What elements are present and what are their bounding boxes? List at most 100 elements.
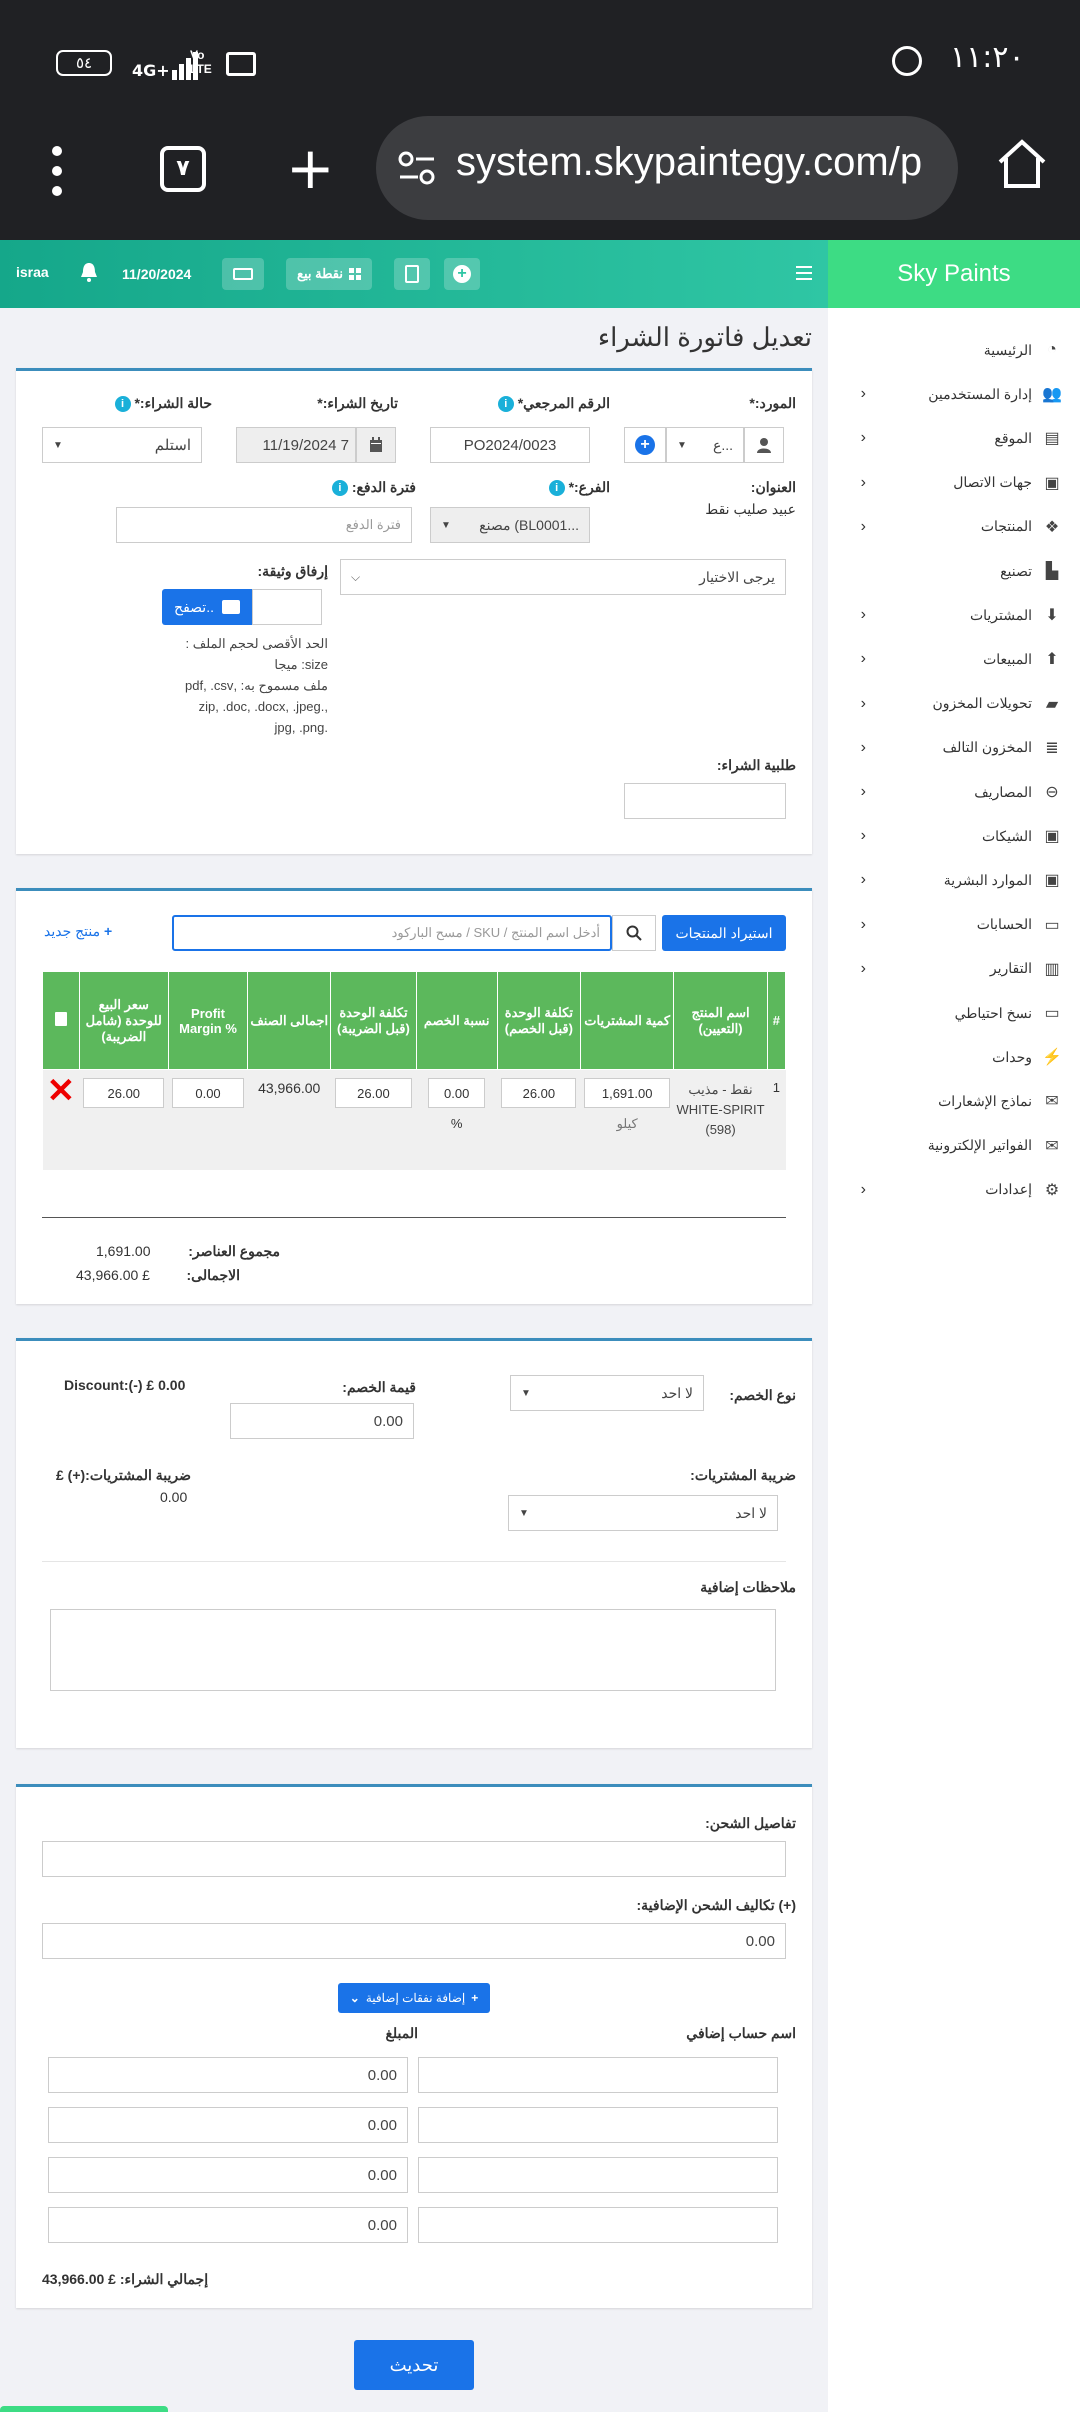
expense-name-input[interactable]: [418, 2057, 778, 2093]
new-product-link[interactable]: + منتج جديد: [44, 923, 112, 940]
sidebar-item-label: المنتجات: [980, 518, 1032, 535]
sidebar-item[interactable]: ≣ المخزون التالف ‹: [828, 726, 1080, 770]
address-value: عبيد صليب نقط: [705, 501, 796, 517]
sidebar-item[interactable]: ▭ نسخ احتياطي: [828, 991, 1080, 1035]
quantity-input[interactable]: 1,691.00: [584, 1078, 670, 1108]
sidebar-item[interactable]: ▰ تحويلات المخزون ‹: [828, 682, 1080, 726]
calendar-icon[interactable]: [356, 427, 396, 463]
tabs-button[interactable]: ٧: [160, 146, 206, 192]
ref-no-input[interactable]: PO2024/0023: [430, 427, 590, 463]
col-product-name: اسم المنتج (التعيين): [673, 971, 768, 1070]
sidebar-item[interactable]: ▣ جهات الاتصال ‹: [828, 461, 1080, 505]
supplier-user-icon: [744, 427, 784, 463]
expense-amount-input[interactable]: 0.00: [48, 2107, 408, 2143]
purchase-date-input[interactable]: 11/19/2024 7: [236, 427, 356, 463]
sidebar-item[interactable]: ⬆ المبيعات ‹: [828, 637, 1080, 681]
sidebar-item[interactable]: ▣ الشيكات ‹: [828, 814, 1080, 858]
po-label: طلبية الشراء:: [716, 757, 796, 773]
url-bar[interactable]: system.skypaintegy.com/p: [376, 116, 958, 220]
col-num: #: [766, 971, 787, 1070]
expense-amount-input[interactable]: 0.00: [48, 2157, 408, 2193]
unit-cost-input[interactable]: 26.00: [501, 1078, 577, 1108]
row-unit-cost-before-tax-cell: 26.00: [330, 1069, 417, 1170]
info-icon[interactable]: i: [331, 480, 348, 497]
contacts-icon: ▣: [1044, 474, 1060, 492]
import-products-button[interactable]: استيراد المنتجات: [662, 915, 786, 951]
sidebar-item[interactable]: ▤ الموقع ‹: [828, 416, 1080, 460]
pay-term-input[interactable]: فترة الدفع: [116, 507, 412, 543]
bell-icon[interactable]: [80, 262, 100, 284]
file-help-line: الحد الأقصى لحجم الملف :: [185, 636, 328, 651]
hamburger-icon[interactable]: [796, 266, 812, 280]
new-tab-icon[interactable]: +: [286, 139, 335, 200]
expense-name-input[interactable]: [418, 2207, 778, 2243]
po-input[interactable]: [624, 783, 786, 819]
menu-dots-icon[interactable]: [52, 146, 62, 196]
brand-logo[interactable]: Sky Paints: [828, 240, 1080, 308]
remove-row-icon[interactable]: ✕: [47, 1072, 76, 1110]
discount-unit: %: [450, 1116, 463, 1131]
supplier-select[interactable]: ▼ ع...: [666, 427, 744, 463]
pos-button[interactable]: نقطة بيع: [286, 258, 372, 290]
sidebar-item[interactable]: ◔ الرئيسية: [828, 328, 1080, 372]
expense-name-input[interactable]: [418, 2107, 778, 2143]
sidebar-item[interactable]: ⬇ المشتريات ‹: [828, 593, 1080, 637]
info-icon[interactable]: i: [497, 396, 514, 413]
update-button[interactable]: تحديث: [354, 2340, 474, 2390]
discount-input[interactable]: 0.00: [428, 1078, 486, 1108]
expense-amount-input[interactable]: 0.00: [48, 2207, 408, 2243]
expense-amount-value: 0.00: [367, 2116, 397, 2134]
sidebar-item[interactable]: ❖ المنتجات ‹: [828, 505, 1080, 549]
info-icon[interactable]: i: [548, 480, 565, 497]
sidebar-item-label: المخزون التالف: [942, 739, 1032, 756]
purchase-header-card: المورد:* الرقم المرجعي* i تاريخ الشراء:*…: [16, 368, 812, 854]
add-expense-button[interactable]: + إضافة نفقات إضافية ⌄: [338, 1983, 490, 2013]
notes-textarea[interactable]: [50, 1609, 776, 1691]
sidebar-item[interactable]: 👥 إدارة المستخدمين ‹: [828, 372, 1080, 416]
col-delete: [42, 971, 80, 1070]
file-input[interactable]: [252, 589, 322, 625]
sidebar-item[interactable]: ✉ الفواتير الإلكترونية: [828, 1124, 1080, 1168]
sidebar-item[interactable]: ⚡ وحدات: [828, 1035, 1080, 1079]
profit-margin-input[interactable]: 0.00: [172, 1078, 244, 1108]
sidebar-item[interactable]: ▣ الموارد البشرية ‹: [828, 858, 1080, 902]
sidebar-item[interactable]: ⚙ إعدادات ‹: [828, 1168, 1080, 1212]
info-icon[interactable]: i: [114, 396, 131, 413]
tax-label: ضريبة المشتريات:: [690, 1467, 796, 1483]
sidebar-item-label: المشتريات: [969, 606, 1032, 623]
user-name[interactable]: israa: [16, 264, 49, 280]
shipping-charges-input[interactable]: 0.00: [42, 1923, 786, 1959]
pay-method-select[interactable]: يرجى الاختيار ⌵: [340, 559, 786, 595]
unit-cost-before-tax-input[interactable]: 26.00: [334, 1078, 413, 1108]
expense-amount-input[interactable]: 0.00: [48, 2057, 408, 2093]
cash-register-button[interactable]: [222, 258, 264, 290]
app-header: israa 11/20/2024 نقطة بيع +: [0, 240, 828, 308]
sidebar-item[interactable]: ▥ التقارير ‹: [828, 947, 1080, 991]
branch-select[interactable]: ▼ مصنع (BL0001...: [430, 507, 590, 543]
discount-amount-input[interactable]: 0.00: [230, 1403, 414, 1439]
site-settings-icon[interactable]: [398, 150, 436, 186]
sidebar-item[interactable]: ⊖ المصاريف ‹: [828, 770, 1080, 814]
tax-select[interactable]: لا احد ▼: [508, 1495, 778, 1531]
calculator-button[interactable]: [394, 258, 430, 290]
browse-button[interactable]: تصفح..: [162, 589, 252, 625]
add-button[interactable]: +: [444, 258, 480, 290]
status-select[interactable]: ▼ استلم: [42, 427, 202, 463]
search-button[interactable]: [612, 915, 656, 951]
sidebar-item[interactable]: ▭ الحسابات ‹: [828, 903, 1080, 947]
table-header-row: # اسم المنتج (التعيين) كمية المشتريات تك…: [42, 971, 787, 1070]
product-search-input[interactable]: أدخل اسم المنتج / SKU / مسح الباركود: [172, 915, 612, 951]
expense-name-input[interactable]: [418, 2157, 778, 2193]
status-value: استلم: [154, 437, 191, 454]
selling-price-input[interactable]: 26.00: [83, 1078, 165, 1108]
add-supplier-button[interactable]: +: [624, 427, 666, 463]
chevron-left-icon: ‹: [860, 915, 866, 933]
shipping-details-input[interactable]: [42, 1841, 786, 1877]
discount-type-select[interactable]: لا احد ▼: [510, 1375, 704, 1411]
bottom-badge: [0, 2406, 168, 2412]
total-items-value: 1,691.00: [96, 1243, 151, 1259]
home-icon[interactable]: [994, 136, 1050, 192]
sidebar-item[interactable]: ✉ نماذج الإشعارات: [828, 1079, 1080, 1123]
dashboard-icon: ◔: [1047, 341, 1057, 358]
sidebar-item[interactable]: ▙ تصنيع: [828, 549, 1080, 593]
